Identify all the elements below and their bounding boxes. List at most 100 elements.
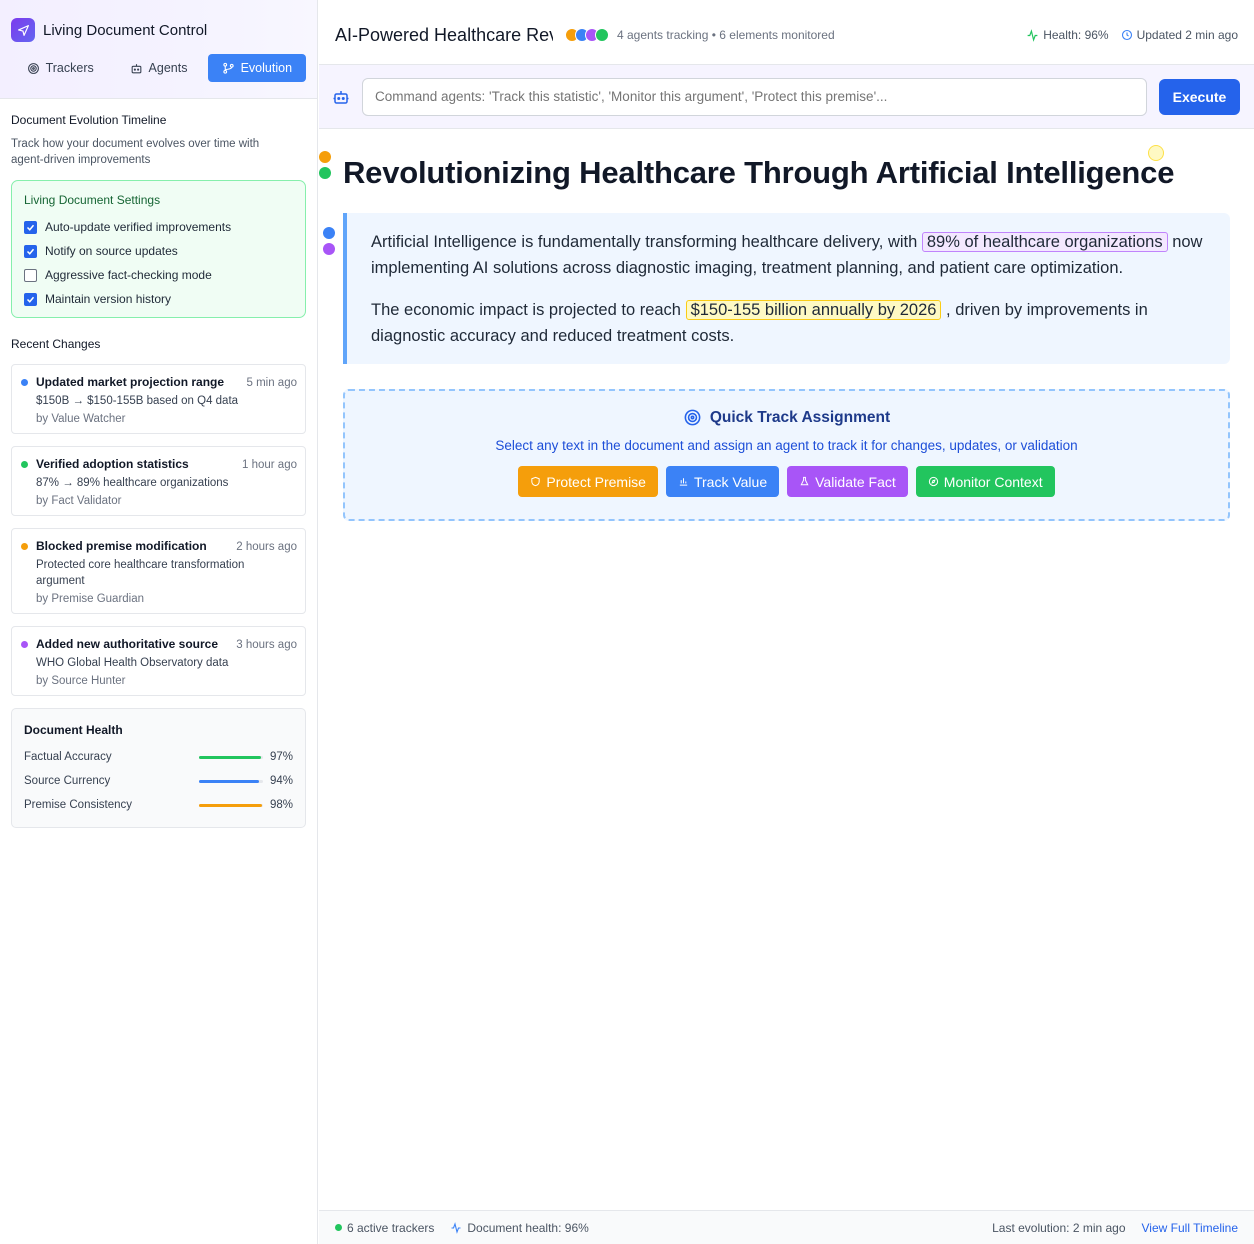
change-detail: 87% → 89% healthcare organizations: [36, 477, 229, 489]
doc-health: Document health: 96%: [450, 1220, 589, 1235]
paragraph-block: Artificial Intelligence is fundamentally…: [323, 213, 1230, 364]
change-author: by Premise Guardian: [36, 593, 145, 605]
setting-label: Aggressive fact-checking mode: [45, 268, 212, 282]
context-marker[interactable]: [319, 167, 331, 179]
tab-evolution[interactable]: Evolution: [207, 54, 306, 82]
bot-icon: [131, 63, 141, 73]
change-detail: WHO Global Health Observatory data: [36, 657, 229, 669]
text: Artificial Intelligence is fundamentally…: [371, 233, 922, 251]
recent-changes-title: Recent Changes: [11, 337, 101, 351]
quick-track-panel: Quick Track Assignment Select any text i…: [343, 389, 1230, 521]
activity-icon: [451, 1221, 461, 1234]
metric-value: 94%: [269, 775, 293, 787]
change-author: by Source Hunter: [36, 675, 126, 687]
setting-version-history[interactable]: Maintain version history: [24, 287, 293, 311]
metric-fill: [199, 803, 262, 807]
execute-button[interactable]: Execute: [1159, 78, 1240, 115]
view-timeline-link[interactable]: View Full Timeline: [1142, 1221, 1238, 1235]
checkbox[interactable]: [24, 292, 37, 306]
command-bar: Execute: [319, 65, 1254, 129]
button-label: Monitor Context: [943, 473, 1043, 490]
checkbox[interactable]: [24, 220, 37, 234]
button-label: Protect Premise: [546, 473, 646, 490]
heading-block: Revolutionizing Healthcare Through Artif…: [319, 145, 1230, 191]
change-time: 2 hours ago: [236, 541, 297, 553]
status-dot: [21, 461, 28, 468]
metric-bar: [199, 779, 263, 783]
metric-fill: [199, 755, 262, 759]
command-input[interactable]: [362, 77, 1147, 116]
active-trackers: 6 active trackers: [335, 1221, 434, 1235]
premise-marker[interactable]: [319, 151, 331, 163]
agent-avatar: [595, 28, 609, 42]
document-header: AI-Powered Healthcare Rev 4 agents track…: [319, 6, 1254, 65]
quick-track-title: Quick Track Assignment: [709, 408, 891, 426]
health-status: Health: 96%: [1026, 28, 1109, 42]
document-health-card: Document Health Factual Accuracy 97% Sou…: [11, 708, 306, 828]
change-item[interactable]: Verified adoption statistics 1 hour ago …: [11, 446, 306, 516]
agent-avatars[interactable]: [565, 28, 609, 42]
target-icon: [684, 409, 701, 426]
sidebar: Living Document Control Trackers Agents …: [0, 0, 318, 1244]
health-metric: Factual Accuracy 97%: [24, 745, 293, 769]
change-author: by Fact Validator: [36, 495, 122, 507]
value-marker[interactable]: [323, 227, 335, 239]
metric-value: 98%: [269, 799, 293, 811]
change-item[interactable]: Blocked premise modification 2 hours ago…: [11, 528, 306, 614]
flask-icon: [800, 476, 809, 486]
tracked-value-highlight[interactable]: $150-155 billion annually by 2026: [685, 300, 942, 320]
activity-icon: [1027, 28, 1038, 42]
change-title: Added new authoritative source: [36, 637, 219, 651]
document-title[interactable]: AI-Powered Healthcare Rev: [335, 25, 553, 46]
tracked-fact-highlight[interactable]: 89% of healthcare organizations: [921, 232, 1168, 252]
track-value-button[interactable]: Track Value: [665, 466, 780, 497]
target-icon: [27, 62, 39, 74]
document-heading[interactable]: Revolutionizing Healthcare Through Artif…: [343, 155, 1230, 191]
compass-icon: [928, 476, 938, 487]
change-title: Updated market projection range: [36, 375, 225, 389]
shield-icon: [531, 476, 541, 487]
checkbox[interactable]: [24, 244, 37, 258]
metric-label: Factual Accuracy: [24, 751, 112, 763]
status-dot: [21, 543, 28, 550]
tab-label: Evolution: [240, 61, 293, 75]
settings-title: Living Document Settings: [24, 193, 161, 207]
fact-marker[interactable]: [323, 243, 335, 255]
change-title: Blocked premise modification: [36, 539, 207, 553]
status-footer: 6 active trackers Document health: 96% L…: [319, 1210, 1254, 1244]
sidebar-tabs: Trackers Agents Evolution: [11, 54, 306, 82]
bot-icon: [333, 90, 349, 104]
trackers-text: 6 active trackers: [347, 1220, 435, 1235]
metric-fill: [199, 779, 260, 783]
last-evolution: Last evolution: 2 min ago: [992, 1220, 1126, 1235]
setting-auto-update[interactable]: Auto-update verified improvements: [24, 215, 293, 239]
change-detail: $150B → $150-155B based on Q4 data: [36, 395, 239, 407]
status-dot: [21, 379, 28, 386]
timeline-desc: Track how your document evolves over tim…: [11, 138, 260, 166]
change-time: 5 min ago: [246, 377, 297, 389]
add-tracker-icon[interactable]: [1148, 145, 1164, 161]
status-dot: [335, 1224, 342, 1231]
tab-agents[interactable]: Agents: [109, 54, 207, 82]
monitor-context-button[interactable]: Monitor Context: [915, 466, 1055, 497]
status-dot: [21, 641, 28, 648]
main-panel: AI-Powered Healthcare Rev 4 agents track…: [319, 0, 1254, 1244]
app-root: Living Document Control Trackers Agents …: [0, 0, 1254, 1244]
metric-label: Premise Consistency: [24, 799, 133, 811]
tab-label: Trackers: [45, 61, 94, 75]
health-metric: Premise Consistency 98%: [24, 793, 293, 817]
change-time: 1 hour ago: [242, 459, 297, 471]
checkbox[interactable]: [24, 268, 37, 282]
change-detail: Protected core healthcare transformation…: [36, 559, 245, 587]
change-item[interactable]: Added new authoritative source 3 hours a…: [11, 626, 306, 696]
protect-premise-button[interactable]: Protect Premise: [518, 466, 658, 497]
setting-aggressive[interactable]: Aggressive fact-checking mode: [24, 263, 293, 287]
change-item[interactable]: Updated market projection range 5 min ag…: [11, 364, 306, 434]
sidebar-header: Living Document Control Trackers Agents …: [0, 0, 317, 99]
git-branch-icon: [222, 62, 234, 74]
tab-trackers[interactable]: Trackers: [11, 54, 109, 82]
text: The economic impact is projected to reac…: [371, 301, 686, 319]
doc-health-text: Document health: 96%: [467, 1220, 589, 1235]
setting-notify[interactable]: Notify on source updates: [24, 239, 293, 263]
validate-fact-button[interactable]: Validate Fact: [787, 466, 908, 497]
